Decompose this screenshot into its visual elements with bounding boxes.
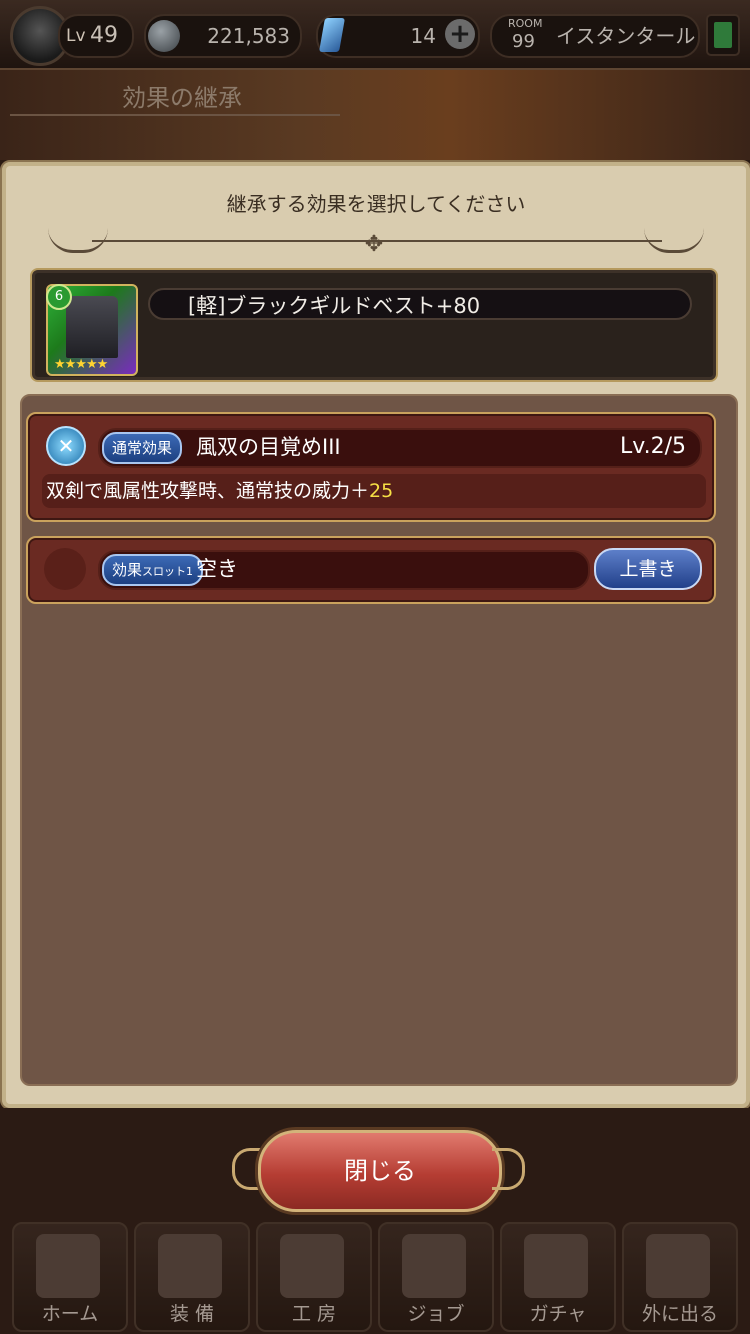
gil-value: 221,583 xyxy=(207,24,290,48)
location-name: イスタンタール xyxy=(556,24,696,48)
sword-icon xyxy=(158,1234,222,1298)
effect-level: Lv.2/5 xyxy=(620,434,686,459)
nav-label: 工 房 xyxy=(291,1303,337,1325)
job-icon xyxy=(402,1234,466,1298)
door-icon xyxy=(646,1234,710,1298)
star-rating: ★★★★★ xyxy=(54,357,108,372)
effect-slot-row: 効果スロット1 空き 上書き xyxy=(26,536,716,604)
vest-icon: 6 ★★★★★ xyxy=(46,284,138,376)
nav-job[interactable]: ジョブ xyxy=(378,1222,494,1332)
screen-title: 効果の継承 xyxy=(122,84,242,112)
room-pill: ROOM 99 イスタンタール xyxy=(490,14,700,58)
dual-blades-icon xyxy=(46,426,86,466)
effect-description: 双剣で風属性攻撃時、通常技の威力＋25 xyxy=(42,474,706,508)
nav-go-out[interactable]: 外に出る xyxy=(622,1222,738,1332)
overwrite-button[interactable]: 上書き xyxy=(594,548,702,590)
gem-value: 14 xyxy=(410,24,436,48)
add-gems-button[interactable]: + xyxy=(445,19,475,49)
workshop-icon xyxy=(280,1234,344,1298)
level-pill: Lv 49 xyxy=(58,14,134,58)
nav-label: ホーム xyxy=(41,1303,99,1325)
status-bar: Lv 49 221,583 14 + ROOM 99 イスタンタール xyxy=(0,0,750,70)
close-ornament-right xyxy=(492,1148,525,1190)
slot-tag-main: 効果 xyxy=(112,561,143,579)
gacha-icon xyxy=(524,1234,588,1298)
nav-label: ジョブ xyxy=(407,1303,465,1325)
slot-tag: 効果スロット1 xyxy=(102,554,204,586)
rarity-badge: 6 xyxy=(46,284,72,310)
modal-instruction: 継承する効果を選択してください xyxy=(226,192,526,216)
equipment-name: [軽]ブラックギルドベスト+80 xyxy=(148,288,692,320)
effect-row[interactable]: 通常効果 風双の目覚めIII Lv.2/5 双剣で風属性攻撃時、通常技の威力＋2… xyxy=(26,412,716,522)
gil-pill: 221,583 xyxy=(144,14,302,58)
effect-description-text: 双剣で風属性攻撃時、通常技の威力＋ xyxy=(46,480,370,502)
flourish-center-ornament: ✥ xyxy=(364,232,384,257)
room-number: 99 xyxy=(512,31,535,52)
nav-label: 外に出る xyxy=(641,1303,718,1325)
room-label: ROOM xyxy=(508,17,543,30)
nav-label: ガチャ xyxy=(529,1303,587,1325)
nav-equipment[interactable]: 装 備 xyxy=(134,1222,250,1332)
inherit-effect-modal: 継承する効果を選択してください ✥ 6 ★★★★★ [軽]ブラックギルドベスト+… xyxy=(0,160,750,1110)
nav-label: 装 備 xyxy=(169,1303,215,1325)
coin-icon xyxy=(148,20,180,52)
gem-pill: 14 + xyxy=(316,14,480,58)
empty-slot-icon xyxy=(44,548,86,590)
home-icon xyxy=(36,1234,100,1298)
nav-workshop[interactable]: 工 房 xyxy=(256,1222,372,1332)
level-tag: Lv xyxy=(66,26,86,46)
bottom-navigation: ホーム 装 備 工 房 ジョブ ガチャ 外に出る xyxy=(0,1222,750,1334)
battery-icon xyxy=(706,14,740,56)
level-value: 49 xyxy=(90,23,118,48)
effect-type-tag: 通常効果 xyxy=(102,432,183,464)
header-divider xyxy=(10,114,340,116)
slot-tag-sub: スロット1 xyxy=(142,565,194,578)
effect-name: 風双の目覚めIII xyxy=(196,435,341,459)
slot-title-bar: 効果スロット1 空き xyxy=(98,550,590,590)
flourish-right-ornament xyxy=(644,228,704,253)
effect-description-value: 25 xyxy=(369,480,394,502)
nav-gacha[interactable]: ガチャ xyxy=(500,1222,616,1332)
effect-title-bar: 通常効果 風双の目覚めIII Lv.2/5 xyxy=(98,428,702,468)
close-button[interactable]: 閉じる xyxy=(258,1130,502,1212)
equipment-card: 6 ★★★★★ [軽]ブラックギルドベスト+80 xyxy=(30,268,718,382)
screen-header: 効果の継承 xyxy=(0,70,750,160)
slot-value: 空き xyxy=(196,557,238,581)
crystal-icon xyxy=(319,18,345,52)
nav-home[interactable]: ホーム xyxy=(12,1222,128,1332)
